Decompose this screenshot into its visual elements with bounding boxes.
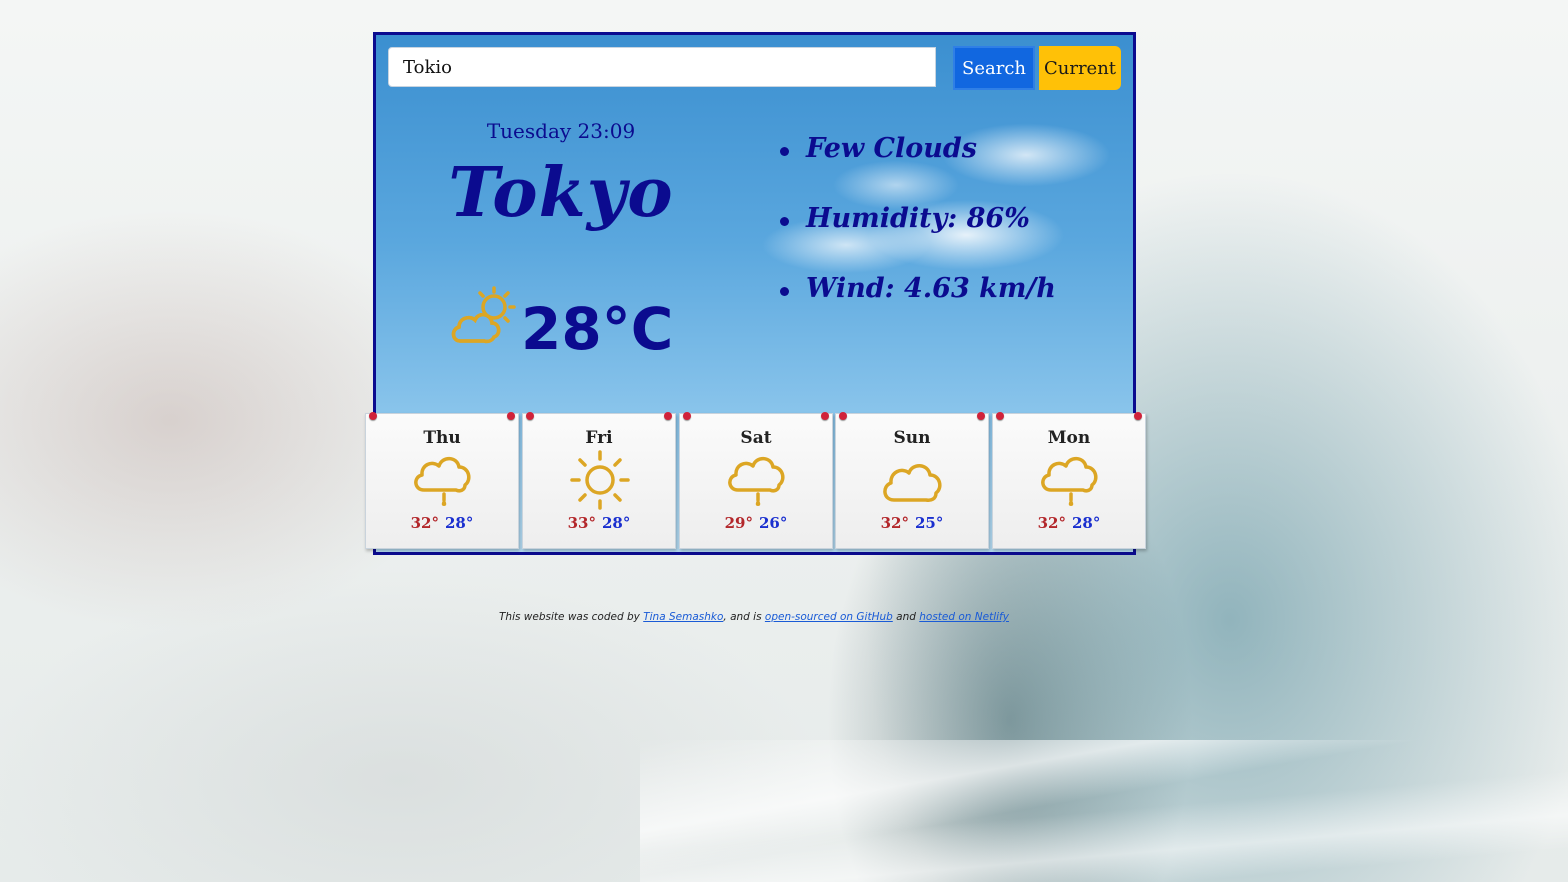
condition-description: Few Clouds [778, 133, 1056, 203]
sun-behind-cloud-icon [451, 286, 516, 344]
forecast-high: 32° [1037, 514, 1066, 532]
forecast-card-sat: Sat 29° 26° [679, 412, 833, 549]
pin-icon [839, 412, 847, 420]
background-decoration [640, 740, 1568, 882]
search-button[interactable]: Search [953, 46, 1035, 90]
rain-cloud-icon [1041, 456, 1098, 506]
current-temperature: 28°C [521, 295, 674, 363]
city-search-input[interactable] [388, 47, 936, 87]
forecast-temps: 33° 28° [523, 514, 675, 532]
footer-middle: , and is [723, 611, 762, 623]
forecast-temps: 32° 28° [993, 514, 1145, 532]
bullet-dot [780, 217, 789, 226]
forecast-high: 29° [724, 514, 753, 532]
github-link[interactable]: open-sourced on GitHub [765, 611, 893, 623]
forecast-high: 33° [567, 514, 596, 532]
rain-cloud-icon [728, 456, 785, 506]
forecast-temps: 32° 25° [836, 514, 988, 532]
pin-icon [1134, 412, 1142, 420]
forecast-high: 32° [410, 514, 439, 532]
forecast-day: Mon [1047, 428, 1091, 448]
forecast-temps: 32° 28° [366, 514, 518, 532]
forecast-high: 32° [880, 514, 909, 532]
forecast-card-fri: Fri 33° 28° [522, 412, 676, 549]
forecast-day: Sat [740, 428, 772, 448]
bullet-dot [780, 287, 789, 296]
forecast-day: Fri [585, 428, 613, 448]
forecast-low: 26° [759, 514, 788, 532]
pin-icon [507, 412, 515, 420]
forecast-card-mon: Mon 32° 28° [992, 412, 1146, 549]
condition-humidity: Humidity: 86% [778, 203, 1056, 273]
footer-credit: This website was coded by Tina Semashko,… [0, 611, 1508, 623]
forecast-day: Sun [893, 428, 931, 448]
forecast-row: Thu 32° 28° Fri 33° 28° Sat 29° 26° Sun … [362, 412, 1148, 553]
forecast-card-sun: Sun 32° 25° [835, 412, 989, 549]
cloud-icon [883, 464, 942, 502]
forecast-low: 28° [1072, 514, 1101, 532]
rain-cloud-icon [414, 456, 471, 506]
bullet-dot [780, 147, 789, 156]
wind-text: Wind: 4.63 km/h [806, 273, 1056, 304]
pin-icon [526, 412, 534, 420]
pin-icon [369, 412, 377, 420]
pin-icon [664, 412, 672, 420]
forecast-low: 28° [445, 514, 474, 532]
footer-prefix: This website was coded by [499, 611, 640, 623]
description-text: Few Clouds [806, 133, 977, 164]
author-link[interactable]: Tina Semashko [643, 611, 723, 623]
condition-wind: Wind: 4.63 km/h [778, 273, 1056, 343]
humidity-text: Humidity: 86% [806, 203, 1030, 234]
current-location-button[interactable]: Current [1039, 46, 1121, 90]
sun-icon [570, 450, 630, 510]
pin-icon [977, 412, 985, 420]
current-datetime: Tuesday 23:09 [486, 119, 636, 143]
forecast-low: 25° [915, 514, 944, 532]
forecast-low: 28° [602, 514, 631, 532]
pin-icon [821, 412, 829, 420]
pin-icon [996, 412, 1004, 420]
pin-icon [683, 412, 691, 420]
city-name: Tokyo [448, 153, 674, 233]
footer-and: and [896, 611, 916, 623]
conditions-list: Few Clouds Humidity: 86% Wind: 4.63 km/h [778, 133, 1056, 343]
forecast-card-thu: Thu 32° 28° [365, 412, 519, 549]
forecast-day: Thu [423, 428, 461, 448]
netlify-link[interactable]: hosted on Netlify [919, 611, 1009, 623]
forecast-temps: 29° 26° [680, 514, 832, 532]
